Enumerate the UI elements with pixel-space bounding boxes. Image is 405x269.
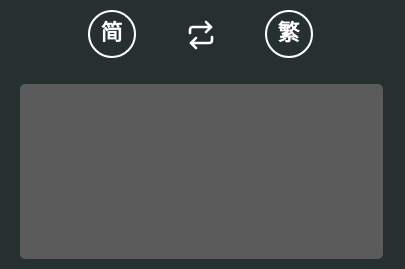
swap-arrows-icon [188, 20, 214, 50]
simplified-chinese-label: 简 [100, 21, 123, 46]
swap-direction-button[interactable] [182, 18, 220, 52]
simplified-chinese-button[interactable]: 简 [88, 10, 136, 58]
traditional-chinese-label: 繁 [277, 21, 300, 46]
traditional-chinese-button[interactable]: 繁 [265, 10, 313, 58]
text-input-area[interactable] [20, 84, 383, 259]
conversion-toolbar: 简 繁 [0, 0, 405, 72]
